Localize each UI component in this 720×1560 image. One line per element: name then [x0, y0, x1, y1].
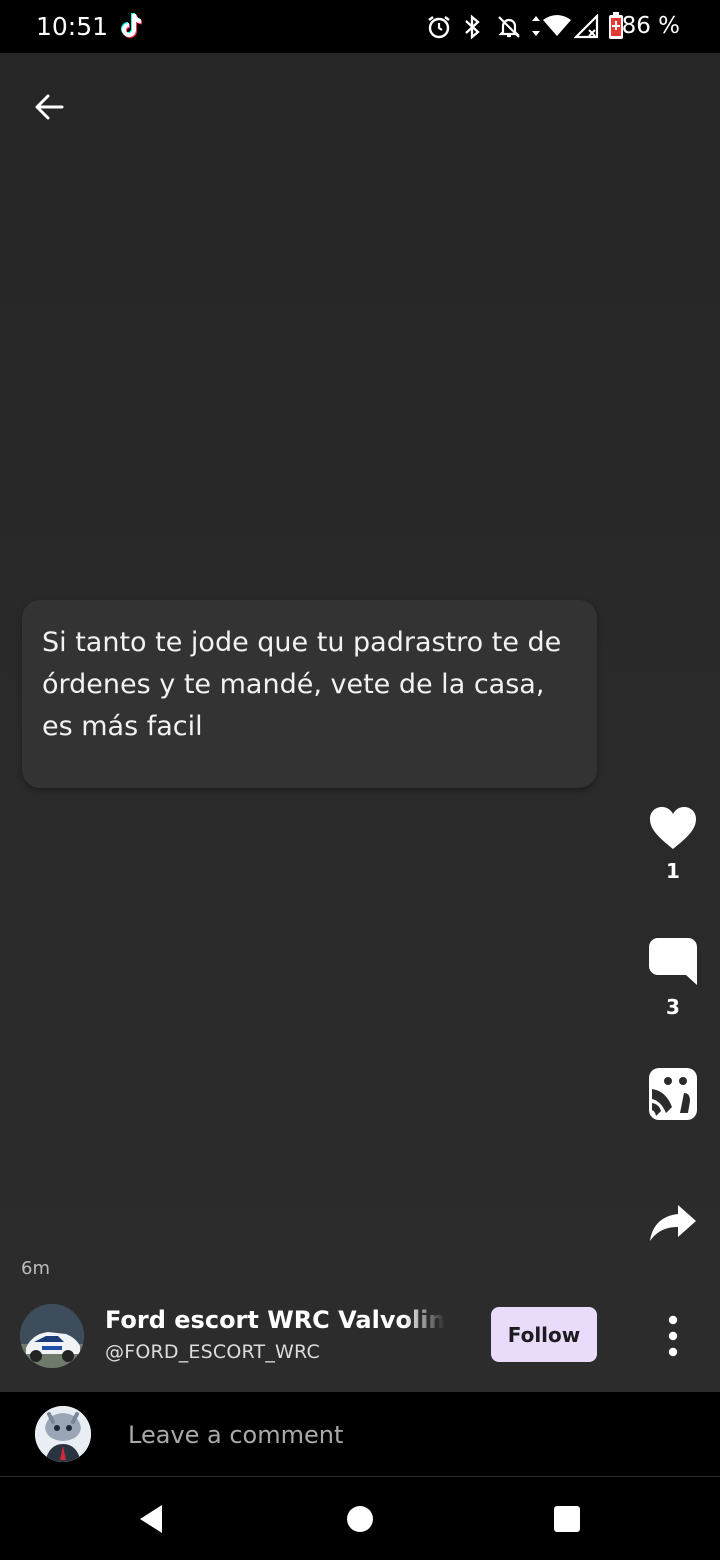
comment-count: 3 — [666, 995, 680, 1019]
recents-square-icon[interactable] — [549, 1501, 585, 1537]
mute-icon — [498, 16, 520, 38]
author-avatar[interactable] — [20, 1304, 84, 1368]
user-avatar — [35, 1406, 91, 1462]
like-action[interactable]: 1 — [640, 805, 706, 883]
author-name[interactable]: Ford escort WRC Valvoline — [105, 1306, 445, 1334]
comment-icon[interactable] — [648, 937, 698, 987]
status-icons: 86 % — [410, 0, 720, 53]
car-avatar-image — [20, 1304, 84, 1368]
bluetooth-icon — [465, 14, 480, 40]
heart-icon[interactable] — [648, 805, 698, 851]
wifi-icon — [543, 15, 571, 36]
duet-action[interactable] — [640, 1067, 706, 1121]
data-arrows-icon — [532, 16, 540, 36]
cartoon-avatar-image — [35, 1406, 91, 1462]
battery-percent: 86 % — [621, 13, 680, 39]
tiktok-icon — [121, 13, 142, 38]
comment-action[interactable]: 3 — [640, 937, 706, 1019]
more-options-icon[interactable] — [660, 1311, 686, 1361]
post-view: Si tanto te jode que tu padrastro te de … — [0, 53, 720, 1392]
signal-icon — [574, 14, 599, 39]
back-triangle-icon[interactable] — [134, 1501, 170, 1537]
share-action[interactable] — [640, 1203, 706, 1243]
like-count: 1 — [666, 859, 680, 883]
status-bar: 10:51 86 % — [0, 0, 720, 53]
author-row: Ford escort WRC Valvoline @FORD_ESCORT_W… — [0, 1301, 720, 1371]
system-nav-bar — [0, 1477, 720, 1560]
post-age: 6m — [21, 1258, 50, 1279]
duet-icon[interactable] — [648, 1067, 698, 1121]
follow-button[interactable]: Follow — [491, 1307, 597, 1362]
comment-bar — [0, 1392, 720, 1477]
post-text: Si tanto te jode que tu padrastro te de … — [42, 627, 562, 742]
arrow-left-icon[interactable] — [28, 85, 72, 129]
alarm-icon — [428, 16, 450, 39]
home-circle-icon[interactable] — [342, 1501, 378, 1537]
post-card[interactable]: Si tanto te jode que tu padrastro te de … — [22, 600, 597, 788]
share-icon[interactable] — [648, 1203, 698, 1243]
status-time: 10:51 — [36, 12, 109, 41]
comment-input[interactable] — [126, 1412, 670, 1458]
author-handle[interactable]: @FORD_ESCORT_WRC — [105, 1341, 320, 1363]
